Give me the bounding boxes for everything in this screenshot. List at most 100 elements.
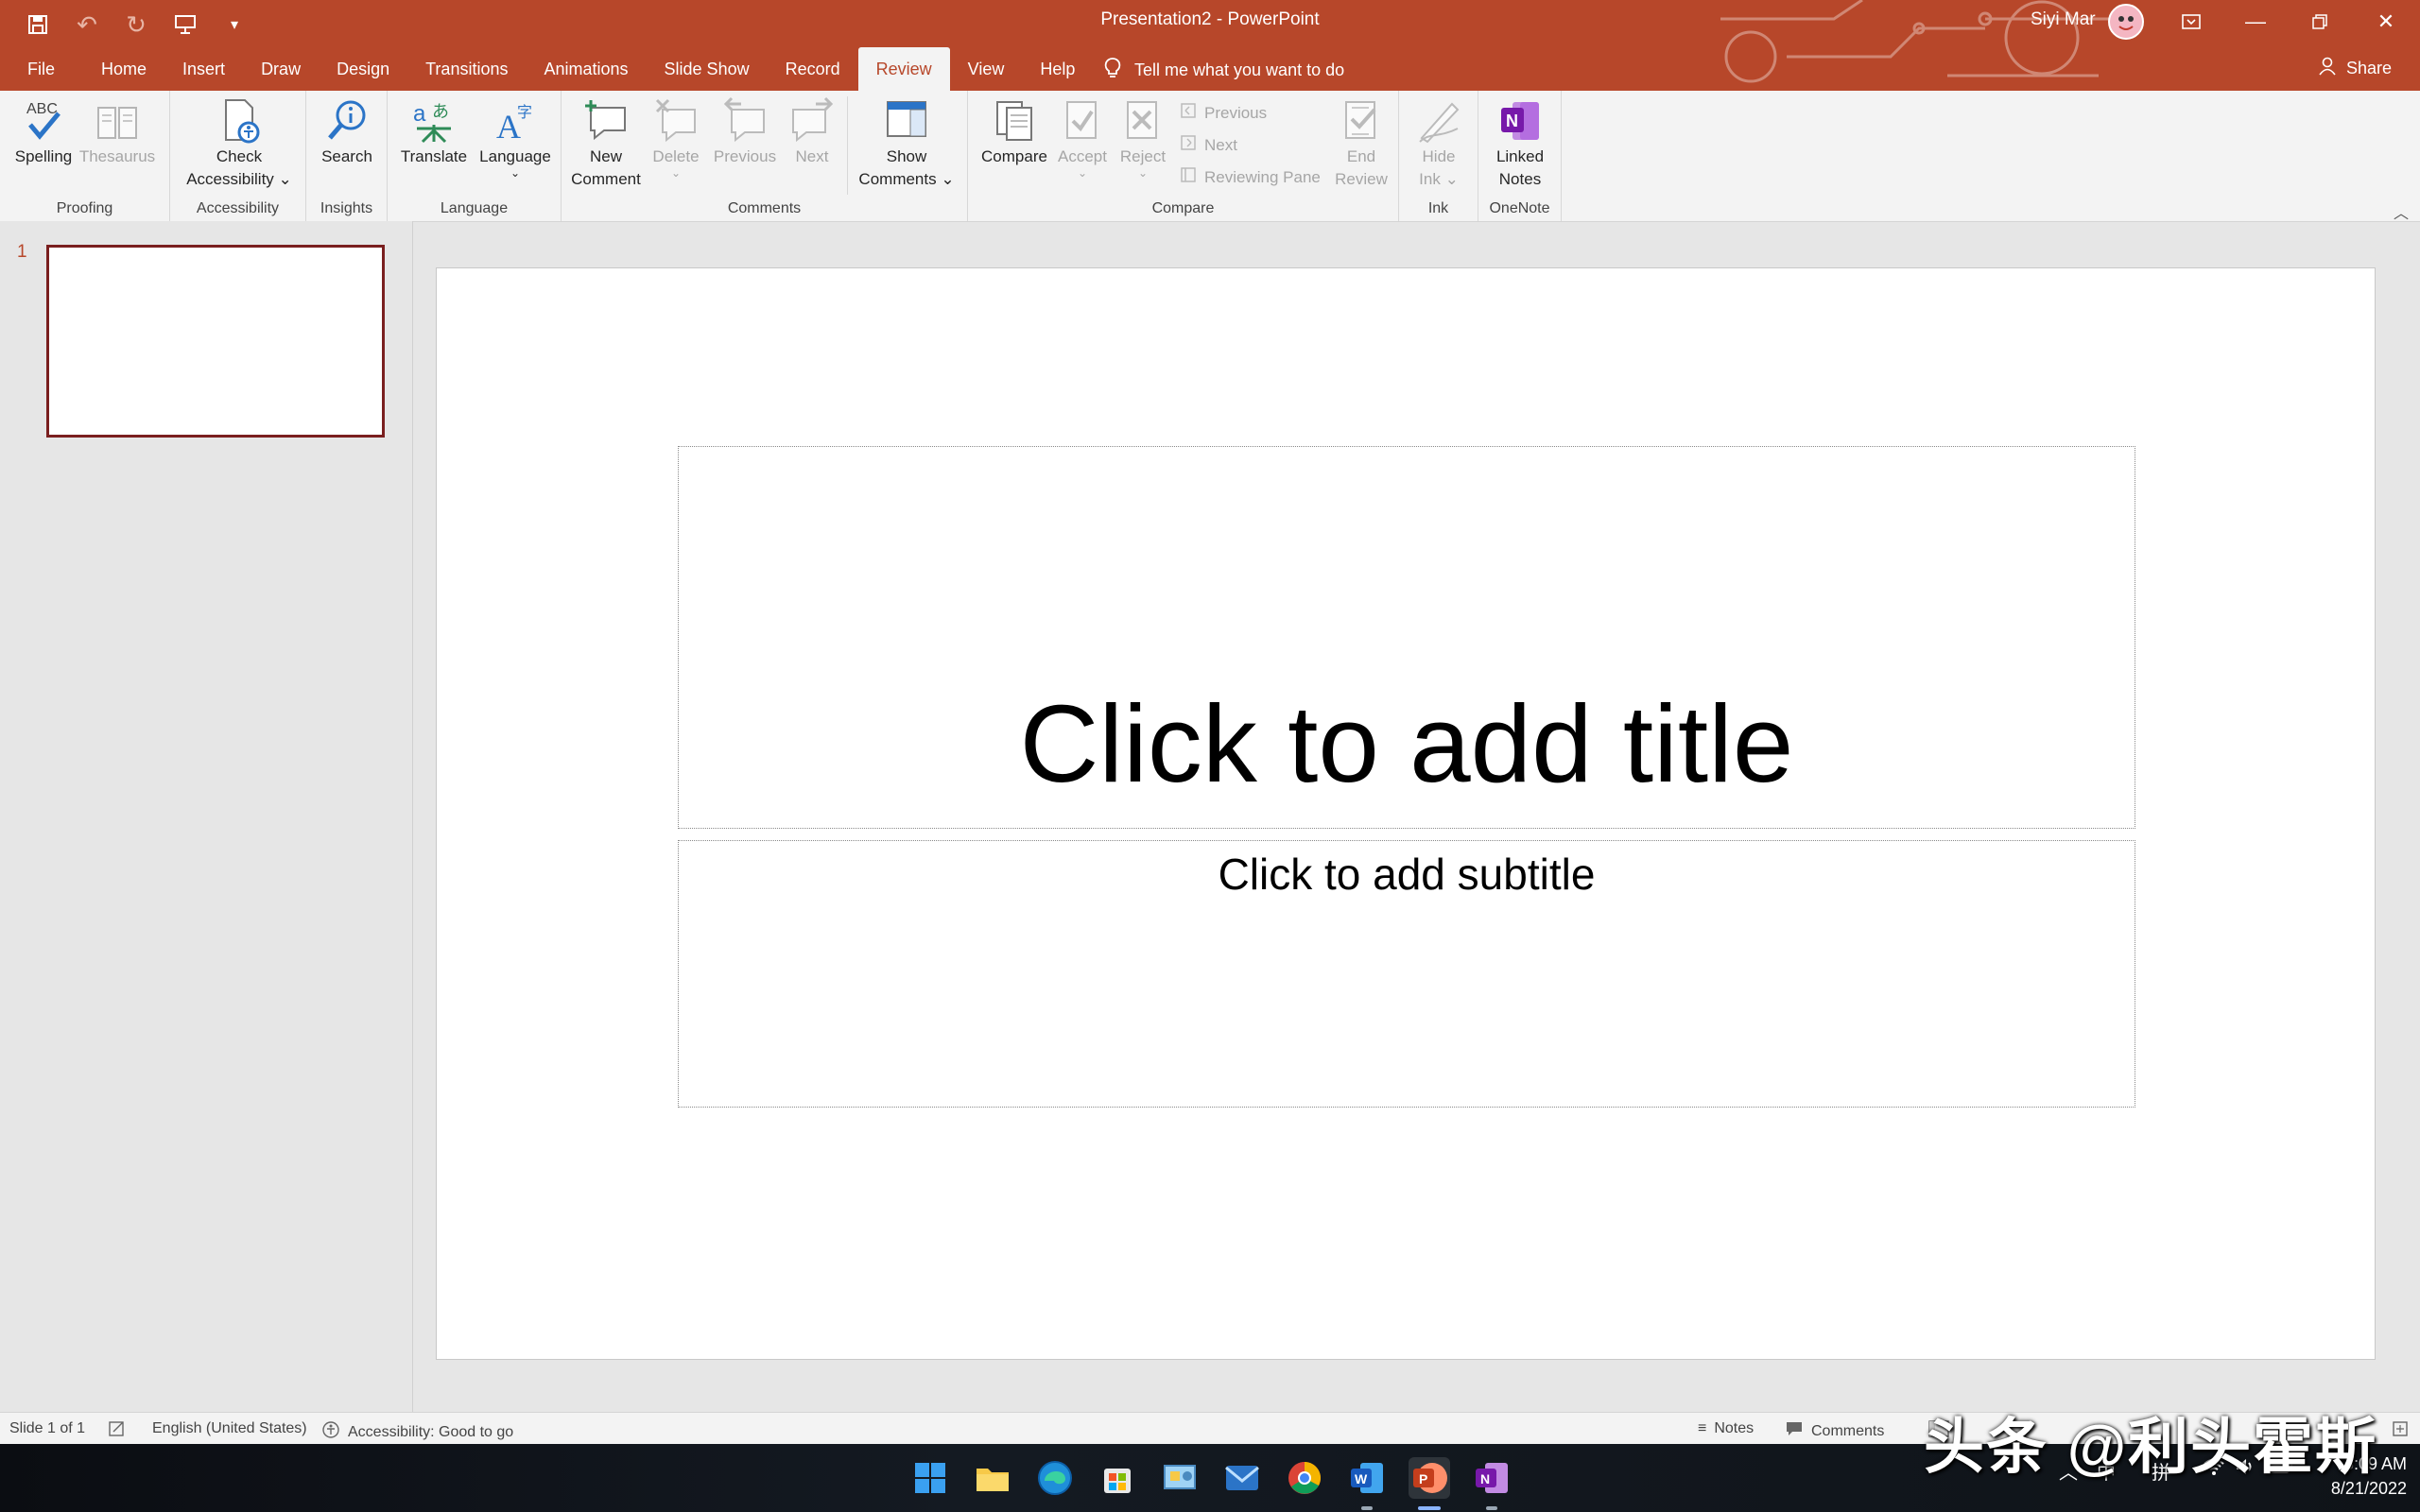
- end-label-2: Review: [1335, 170, 1388, 188]
- tab-insert[interactable]: Insert: [164, 47, 243, 91]
- tab-transitions[interactable]: Transitions: [407, 47, 526, 91]
- show-comments-button[interactable]: Show Comments ⌄: [853, 96, 960, 191]
- slide-counter[interactable]: Slide 1 of 1: [9, 1420, 85, 1437]
- accept-label: Accept: [1058, 147, 1107, 165]
- title-bar: ↶ ↻ ▾ Presentation2 - PowerPoint Siyi Ma…: [0, 0, 2420, 91]
- check-label-2: Accessibility ⌄: [186, 170, 292, 188]
- restore-icon[interactable]: [2288, 0, 2352, 43]
- notes-button[interactable]: ≡ Notes: [1698, 1420, 1754, 1437]
- previous-change-button[interactable]: Previous: [1180, 102, 1267, 124]
- next-change-button[interactable]: Next: [1180, 134, 1237, 156]
- tab-view[interactable]: View: [950, 47, 1023, 91]
- microsoft-store-icon[interactable]: [1097, 1457, 1138, 1499]
- linked-label-1: Linked: [1495, 147, 1545, 165]
- delete-dropdown-icon: ⌄: [670, 166, 682, 180]
- compare-button[interactable]: Compare: [979, 96, 1049, 168]
- ribbon-display-options-icon[interactable]: [2159, 0, 2223, 43]
- slide-canvas[interactable]: Click to add title Click to add subtitle: [436, 267, 2376, 1360]
- accept-button[interactable]: Accept ⌄: [1053, 96, 1112, 180]
- word-running-indicator: [1361, 1506, 1373, 1510]
- word-icon[interactable]: W: [1346, 1457, 1388, 1499]
- tab-home[interactable]: Home: [83, 47, 164, 91]
- tab-review[interactable]: Review: [857, 47, 950, 91]
- chrome-icon[interactable]: [1284, 1457, 1325, 1499]
- linked-notes-button[interactable]: N Linked Notes: [1486, 96, 1554, 191]
- mail-icon[interactable]: [1221, 1457, 1263, 1499]
- control-panel-icon[interactable]: [1159, 1457, 1201, 1499]
- title-placeholder[interactable]: Click to add title: [678, 446, 2135, 829]
- file-explorer-icon[interactable]: [972, 1457, 1013, 1499]
- delete-comment-button[interactable]: Delete ⌄: [647, 96, 705, 180]
- onenote-taskbar-icon[interactable]: N: [1471, 1457, 1512, 1499]
- language-button[interactable]: A字 Language ⌄: [475, 96, 556, 179]
- ribbon-review: ABC Spelling Thesaurus Proofing Check Ac…: [0, 91, 2420, 222]
- accept-dropdown-icon: ⌄: [1077, 166, 1088, 180]
- undo-icon[interactable]: ↶: [70, 8, 104, 42]
- check-accessibility-button[interactable]: Check Accessibility ⌄: [178, 96, 301, 191]
- tab-design[interactable]: Design: [319, 47, 407, 91]
- language-label: Language: [479, 147, 551, 165]
- group-label-compare: Compare: [1151, 200, 1215, 216]
- spelling-button[interactable]: ABC Spelling: [11, 96, 76, 168]
- tab-record[interactable]: Record: [768, 47, 858, 91]
- powerpoint-icon[interactable]: P: [1409, 1457, 1450, 1499]
- edge-icon[interactable]: [1034, 1457, 1076, 1499]
- book-icon: [97, 107, 137, 139]
- user-name[interactable]: Siyi Mar: [2031, 9, 2096, 30]
- reviewing-pane-button[interactable]: Reviewing Pane: [1180, 166, 1321, 188]
- reject-label: Reject: [1119, 147, 1167, 165]
- next-comment-button[interactable]: Next: [783, 96, 841, 168]
- next-change-label: Next: [1204, 135, 1237, 154]
- search-label: Search: [321, 147, 372, 165]
- comments-status-button[interactable]: Comments: [1785, 1420, 1884, 1442]
- close-icon[interactable]: ✕: [2354, 0, 2418, 43]
- hide-label-2: Ink ⌄: [1419, 170, 1459, 188]
- fit-slide-icon[interactable]: [2392, 1420, 2409, 1437]
- accessibility-icon: [321, 1420, 340, 1444]
- reject-dropdown-icon: ⌄: [1137, 166, 1149, 180]
- spelling-label: Spelling: [14, 147, 73, 165]
- tab-draw[interactable]: Draw: [243, 47, 319, 91]
- share-button[interactable]: Share: [2318, 57, 2392, 80]
- tab-file[interactable]: File: [0, 47, 83, 91]
- end-review-icon: [1345, 101, 1376, 139]
- tab-animations[interactable]: Animations: [526, 47, 646, 91]
- accessibility-status[interactable]: Accessibility: Good to go: [321, 1420, 513, 1444]
- collapse-ribbon-icon[interactable]: ︿: [2394, 200, 2409, 223]
- slide-thumbnail[interactable]: [46, 245, 385, 438]
- reject-button[interactable]: Reject ⌄: [1114, 96, 1172, 180]
- tab-slide-show[interactable]: Slide Show: [647, 47, 768, 91]
- svg-text:字: 字: [517, 103, 532, 121]
- group-label-onenote: OneNote: [1489, 200, 1550, 216]
- minimize-icon[interactable]: —: [2223, 0, 2288, 43]
- language-status[interactable]: English (United States): [152, 1420, 307, 1437]
- tell-me-search[interactable]: Tell me what you want to do: [1104, 57, 1344, 84]
- avatar[interactable]: [2108, 4, 2144, 40]
- thesaurus-button[interactable]: Thesaurus: [79, 96, 155, 168]
- subtitle-placeholder[interactable]: Click to add subtitle: [678, 840, 2135, 1108]
- spelling-status-icon[interactable]: [108, 1420, 127, 1437]
- translate-label: Translate: [400, 147, 468, 165]
- smart-lookup-icon: [328, 100, 366, 140]
- new-comment-button[interactable]: New Comment: [569, 96, 643, 191]
- document-title: Presentation2 - PowerPoint: [1100, 9, 1320, 29]
- hide-ink-button[interactable]: Hide Ink ⌄: [1407, 96, 1471, 191]
- translate-button[interactable]: aあ Translate: [397, 96, 471, 168]
- translate-icon: aあ: [413, 101, 451, 144]
- search-button[interactable]: Search: [314, 96, 380, 168]
- save-icon[interactable]: [21, 8, 55, 42]
- svg-text:P: P: [1419, 1471, 1427, 1486]
- present-from-start-icon[interactable]: [168, 8, 202, 42]
- customize-qat-icon[interactable]: ▾: [217, 8, 251, 42]
- svg-text:N: N: [1506, 112, 1518, 130]
- spelling-icon: ABC: [26, 101, 60, 140]
- end-review-button[interactable]: End Review: [1329, 96, 1393, 191]
- check-label-1: Check: [216, 147, 263, 165]
- accept-icon: [1066, 101, 1097, 139]
- notes-label: Notes: [1714, 1420, 1754, 1436]
- tab-help[interactable]: Help: [1022, 47, 1093, 91]
- previous-comment-button[interactable]: Previous: [709, 96, 781, 168]
- start-icon[interactable]: [909, 1457, 951, 1499]
- redo-icon[interactable]: ↻: [119, 8, 153, 42]
- group-proofing: ABC Spelling Thesaurus Proofing: [0, 91, 170, 221]
